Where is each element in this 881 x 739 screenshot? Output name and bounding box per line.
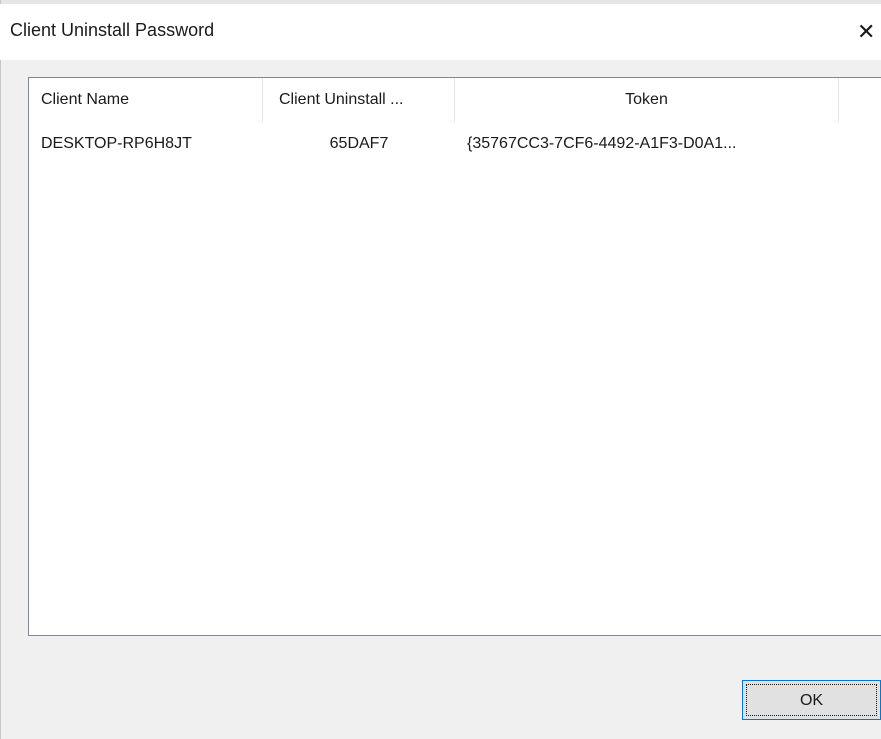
cell-client-name: DESKTOP-RP6H8JT [41, 135, 192, 152]
cell-token: {35767CC3-7CF6-4492-A1F3-D0A1... [467, 135, 737, 152]
list-header-row: Client Name Client Uninstall ... Token [29, 78, 881, 122]
client-list-view[interactable]: Client Name Client Uninstall ... Token D… [28, 77, 881, 636]
ok-button[interactable]: OK [742, 680, 881, 720]
client-uninstall-password-dialog: Client Uninstall Password ✕ Client Name … [0, 0, 881, 739]
close-icon[interactable]: ✕ [857, 18, 881, 46]
ok-button-label: OK [746, 684, 877, 716]
table-row[interactable]: DESKTOP-RP6H8JT 65DAF7 {35767CC3-7CF6-44… [29, 130, 881, 158]
dialog-title: Client Uninstall Password [10, 20, 215, 40]
column-header-client-name[interactable]: Client Name [29, 78, 263, 122]
cell-uninstall-password: 65DAF7 [329, 135, 389, 152]
title-bar: Client Uninstall Password ✕ [0, 4, 881, 60]
column-header-client-uninstall[interactable]: Client Uninstall ... [263, 78, 455, 122]
column-header-empty[interactable] [839, 78, 881, 122]
column-header-token[interactable]: Token [455, 78, 839, 122]
window-left-edge [0, 0, 1, 739]
